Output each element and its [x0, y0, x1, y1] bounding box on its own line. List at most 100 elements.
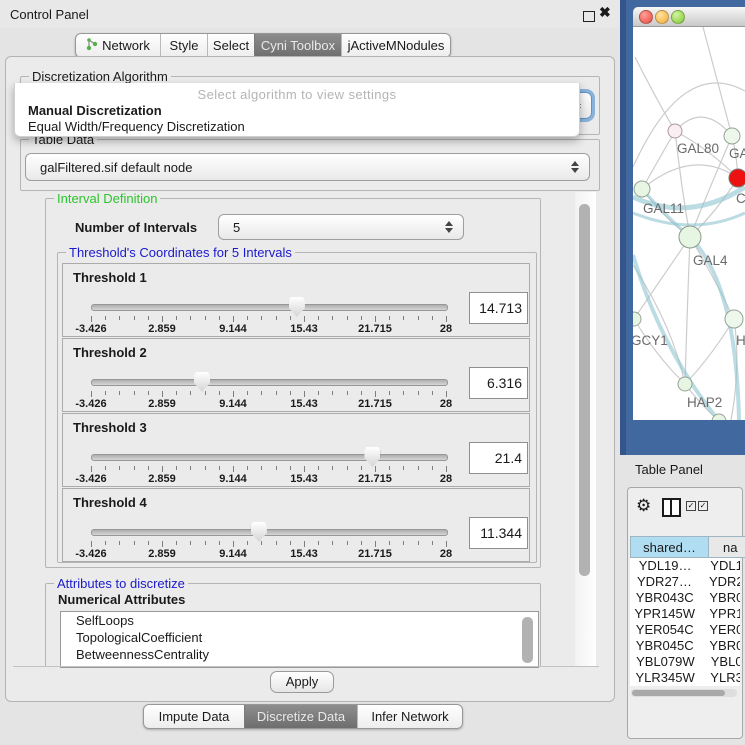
network-node-label: GA	[729, 146, 745, 161]
network-node[interactable]	[679, 226, 701, 248]
table-hscrollbar-track[interactable]	[631, 689, 737, 697]
zoom-button[interactable]	[671, 10, 685, 24]
table-row[interactable]: YLR345WYLR3	[630, 670, 740, 686]
dropdown-option-equal-width[interactable]: Equal Width/Frequency Discretization	[28, 119, 245, 134]
tick-mark	[446, 541, 447, 547]
threshold-value-field[interactable]: 21.4	[469, 442, 528, 474]
gear-icon[interactable]: ⚙	[636, 496, 651, 516]
table-data-combobox[interactable]: galFiltered.sif default node	[25, 153, 590, 181]
tab-style[interactable]: Style	[160, 34, 207, 57]
tick-label: 9.144	[219, 548, 247, 560]
tick-mark	[432, 316, 433, 320]
checkbox-pair-icon[interactable]: ✓✓	[686, 501, 708, 511]
threshold-value-field[interactable]: 14.713	[469, 292, 528, 324]
tick-mark	[162, 466, 163, 472]
column-header-shared-name[interactable]: shared…	[630, 536, 709, 558]
numerical-attributes-label: Numerical Attributes	[58, 592, 185, 607]
tick-mark	[347, 391, 348, 395]
panel-scrollbar-track[interactable]	[575, 192, 596, 666]
tick-mark	[347, 466, 348, 470]
network-node[interactable]	[725, 310, 743, 328]
tick-mark	[432, 391, 433, 395]
threshold-label: Threshold 4	[73, 495, 147, 510]
close-button[interactable]	[639, 10, 653, 24]
tab-label: Select	[213, 38, 249, 53]
slider-handle[interactable]	[289, 297, 305, 317]
close-icon[interactable]: ✖	[599, 4, 611, 21]
network-node[interactable]	[729, 169, 745, 187]
table-row[interactable]: YBR043CYBR0	[630, 590, 740, 606]
float-window-icon[interactable]	[583, 11, 595, 22]
table-cell: YBR043C	[630, 590, 699, 606]
tab-select[interactable]: Select	[207, 34, 254, 57]
table-row[interactable]: YDR27…YDR2	[630, 574, 740, 590]
tick-rail: -3.4262.8599.14415.4321.71528	[91, 541, 446, 561]
threshold-slider[interactable]	[91, 379, 448, 386]
tick-mark	[176, 391, 177, 395]
apply-button[interactable]: Apply	[270, 671, 334, 693]
tick-mark	[162, 541, 163, 547]
threshold-slider[interactable]	[91, 529, 448, 536]
network-window-titlebar[interactable]	[633, 7, 745, 27]
threshold-slider[interactable]	[91, 304, 448, 311]
slider-handle[interactable]	[364, 447, 380, 467]
table-row[interactable]: YPR145WYPR1	[630, 606, 740, 622]
network-canvas[interactable]: GAL80GACGAL11GAL4GCY1HHAP2	[633, 27, 745, 420]
threshold-row: Threshold 2 -3.4262.8599.14415.4321.7152…	[62, 338, 530, 412]
tick-mark	[375, 391, 376, 397]
panel-scrollbar-thumb[interactable]	[579, 204, 590, 576]
network-node[interactable]	[678, 377, 692, 391]
network-node[interactable]	[724, 128, 740, 144]
minimize-button[interactable]	[655, 10, 669, 24]
tick-mark	[318, 391, 319, 395]
network-edge[interactable]	[642, 165, 738, 189]
attribute-item[interactable]: TopologicalCoefficient	[61, 629, 538, 646]
tick-mark	[403, 541, 404, 545]
tick-mark	[261, 391, 262, 395]
threshold-value-field[interactable]: 11.344	[469, 517, 528, 549]
slider-handle[interactable]	[251, 522, 267, 542]
tick-mark	[389, 541, 390, 545]
network-edge[interactable]	[685, 319, 734, 384]
network-edge[interactable]	[635, 57, 675, 131]
network-edge[interactable]	[675, 117, 732, 136]
numerical-attributes-list[interactable]: SelfLoopsTopologicalCoefficientBetweenne…	[60, 611, 539, 668]
network-node[interactable]	[633, 312, 641, 326]
tab-cyni-toolbox[interactable]: Cyni Toolbox	[254, 34, 341, 57]
table-hscrollbar-thumb[interactable]	[632, 690, 725, 696]
group-title: Threshold's Coordinates for 5 Intervals	[66, 245, 295, 260]
table-cell: YBL0	[701, 654, 740, 670]
tick-mark	[205, 466, 206, 470]
table-row[interactable]: YBL079WYBL0	[630, 654, 740, 670]
tick-mark	[389, 391, 390, 395]
network-edge[interactable]	[685, 237, 690, 384]
table-row[interactable]: YDL19…YDL1	[630, 558, 740, 574]
tick-mark	[318, 466, 319, 470]
tick-mark	[276, 541, 277, 545]
table-row[interactable]: YER054CYER0	[630, 622, 740, 638]
tab-infer-network[interactable]: Infer Network	[357, 705, 462, 728]
slider-handle[interactable]	[194, 372, 210, 392]
network-node[interactable]	[668, 124, 682, 138]
dropdown-placeholder: Select algorithm to view settings	[15, 87, 579, 102]
attribute-item[interactable]: BetweennessCentrality	[61, 646, 538, 663]
tab-jactivemnodules[interactable]: jActiveMNodules	[341, 34, 450, 57]
dropdown-option-manual[interactable]: Manual Discretization	[28, 103, 162, 118]
tab-impute-data[interactable]: Impute Data	[144, 705, 244, 728]
tab-network[interactable]: Network	[76, 34, 160, 57]
attribute-item[interactable]: SelfLoops	[61, 612, 538, 629]
threshold-slider[interactable]	[91, 454, 448, 461]
tick-mark	[148, 541, 149, 545]
threshold-value-field[interactable]: 6.316	[469, 367, 528, 399]
group-title: Discretization Algorithm	[29, 69, 171, 84]
tick-mark	[261, 316, 262, 320]
network-edge[interactable]	[703, 27, 732, 136]
network-view-window[interactable]: GAL80GACGAL11GAL4GCY1HHAP2	[620, 0, 745, 455]
network-node[interactable]	[634, 181, 650, 197]
table-row[interactable]: YBR045CYBR0	[630, 638, 740, 654]
list-scrollbar-thumb[interactable]	[522, 617, 533, 663]
column-header-name[interactable]: na	[709, 536, 745, 558]
num-intervals-combobox[interactable]: 5	[218, 214, 464, 240]
tab-discretize-data[interactable]: Discretize Data	[244, 705, 357, 728]
column-layout-icon[interactable]	[662, 498, 681, 517]
